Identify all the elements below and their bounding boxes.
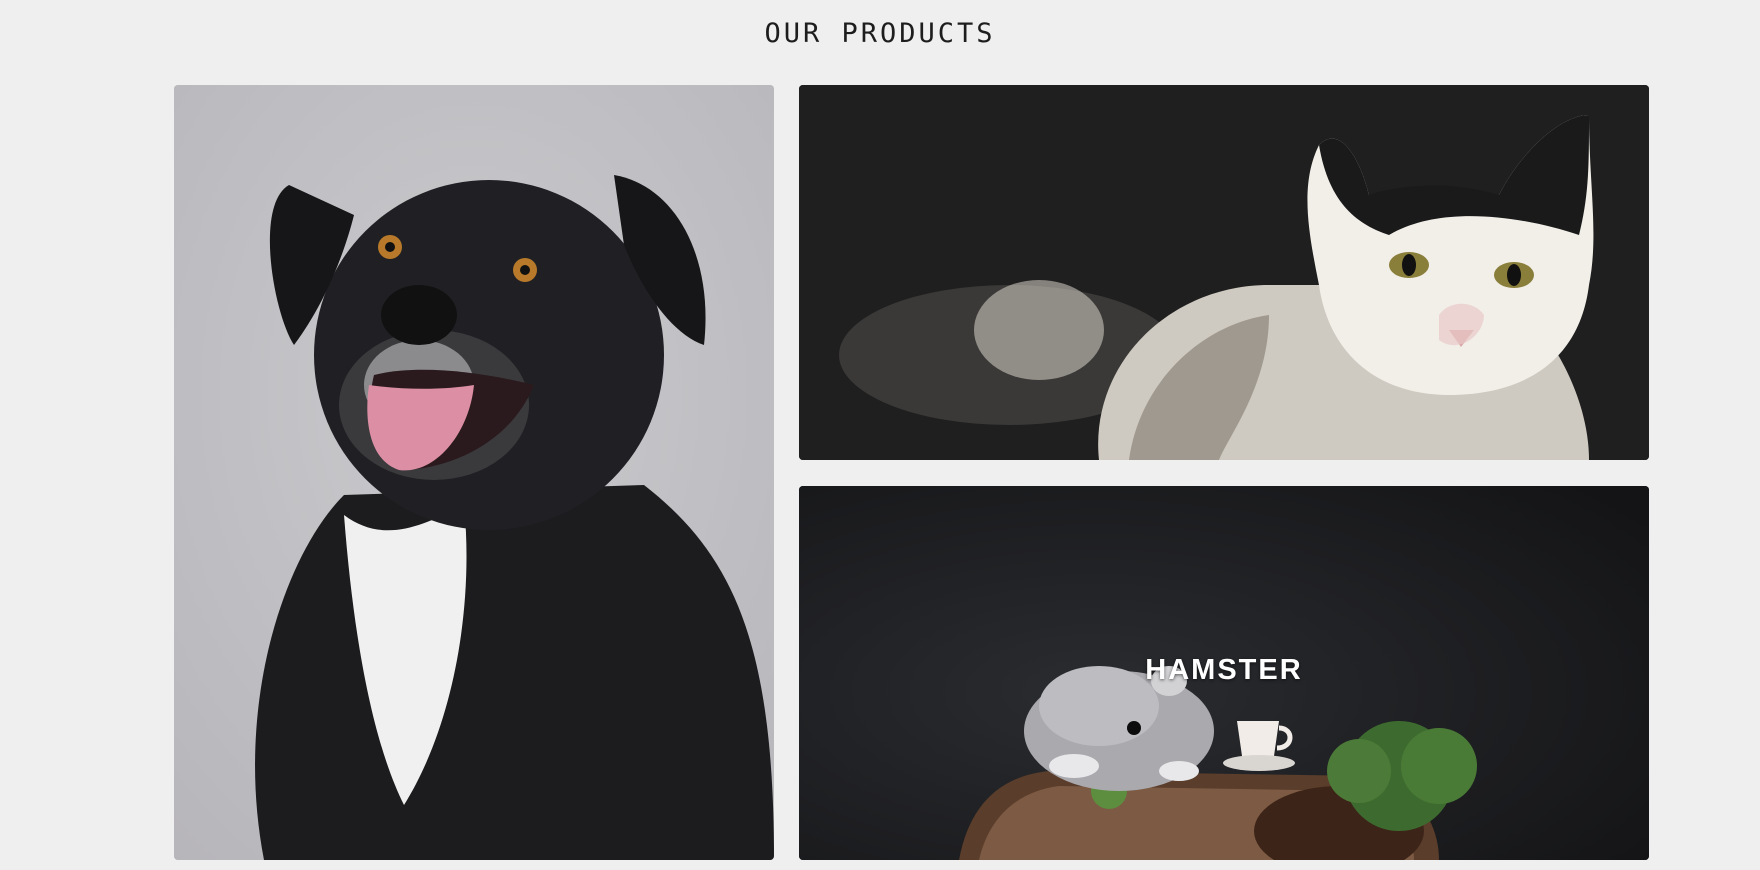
section-title: OUR PRODUCTS: [764, 18, 996, 49]
product-caption-hamster: HAMSTER: [1145, 654, 1303, 686]
cat-image: [799, 85, 1649, 460]
dog-image: [174, 85, 774, 860]
product-card-hamster[interactable]: HAMSTER: [799, 486, 1649, 860]
product-card-dog[interactable]: [174, 85, 774, 860]
product-card-cat[interactable]: [799, 85, 1649, 460]
